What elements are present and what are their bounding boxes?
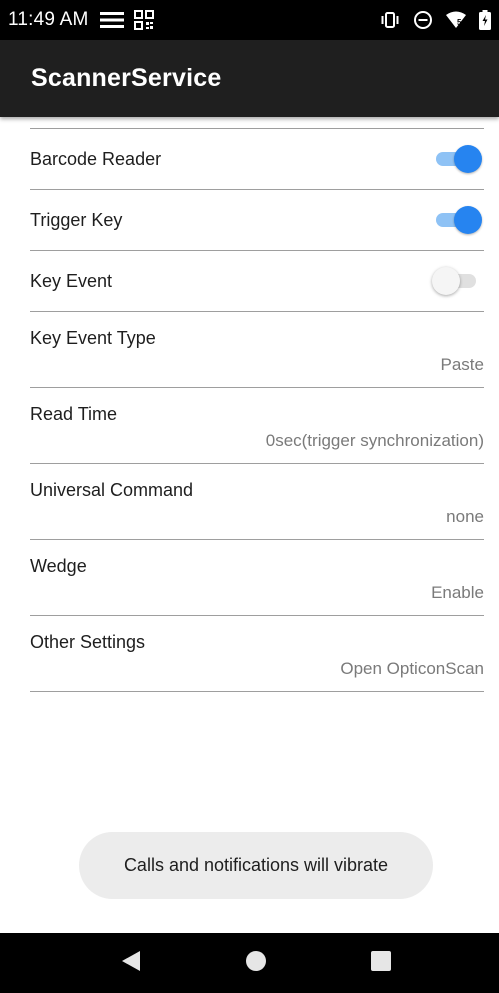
qr-code-icon — [134, 10, 155, 30]
home-button[interactable] — [226, 933, 286, 993]
vibrate-icon — [379, 11, 401, 29]
toast-text: Calls and notifications will vibrate — [123, 855, 389, 875]
setting-other-settings[interactable]: Other Settings Open OpticonScan — [30, 616, 484, 692]
key-event-switch[interactable] — [432, 266, 478, 296]
recents-icon — [371, 950, 391, 976]
setting-barcode-reader[interactable]: Barcode Reader — [30, 129, 484, 190]
wifi-icon: 5 — [445, 11, 467, 29]
recents-button[interactable] — [351, 933, 411, 993]
home-icon — [245, 950, 267, 977]
switch-thumb — [454, 206, 482, 234]
status-left-icons — [100, 10, 155, 30]
setting-value: 0sec(trigger synchronization) — [265, 431, 484, 450]
trigger-key-switch[interactable] — [436, 205, 482, 235]
toast-message: Calls and notifications will vibrate — [79, 832, 433, 899]
switch-thumb — [432, 267, 460, 295]
barcode-reader-switch[interactable] — [436, 144, 482, 174]
setting-key-event-type[interactable]: Key Event Type Paste — [30, 312, 484, 388]
setting-label: Wedge — [30, 556, 87, 576]
setting-value: Open OpticonScan — [340, 659, 484, 678]
setting-label: Barcode Reader — [30, 148, 162, 169]
setting-label: Key Event Type — [30, 328, 156, 348]
status-bar: 11:49 AM 5 — [0, 0, 499, 40]
back-icon — [121, 950, 141, 977]
app-bar: ScannerService — [0, 40, 499, 117]
setting-wedge[interactable]: Wedge Enable — [30, 540, 484, 616]
navigation-bar — [0, 933, 499, 993]
setting-value: Enable — [431, 583, 484, 602]
setting-label: Other Settings — [30, 632, 146, 652]
status-time: 11:49 AM — [8, 9, 89, 30]
notification-menu-icon — [100, 11, 125, 29]
wifi-badge: 5 — [457, 18, 462, 27]
setting-key-event[interactable]: Key Event — [30, 251, 484, 312]
setting-trigger-key[interactable]: Trigger Key — [30, 190, 484, 251]
back-button[interactable] — [101, 933, 161, 993]
setting-label: Universal Command — [30, 480, 194, 500]
settings-list: Barcode Reader Trigger Key Key Event Key… — [30, 128, 484, 692]
switch-thumb — [454, 145, 482, 173]
setting-label: Key Event — [30, 270, 113, 291]
setting-value: none — [446, 507, 484, 526]
setting-label: Trigger Key — [30, 209, 123, 230]
setting-value: Paste — [440, 355, 484, 374]
do-not-disturb-icon — [413, 10, 433, 30]
battery-icon — [479, 10, 491, 30]
setting-universal-command[interactable]: Universal Command none — [30, 464, 484, 540]
setting-read-time[interactable]: Read Time 0sec(trigger synchronization) — [30, 388, 484, 464]
page-title: ScannerService — [31, 64, 222, 92]
setting-label: Read Time — [30, 404, 118, 424]
status-right-icons: 5 — [379, 10, 491, 30]
